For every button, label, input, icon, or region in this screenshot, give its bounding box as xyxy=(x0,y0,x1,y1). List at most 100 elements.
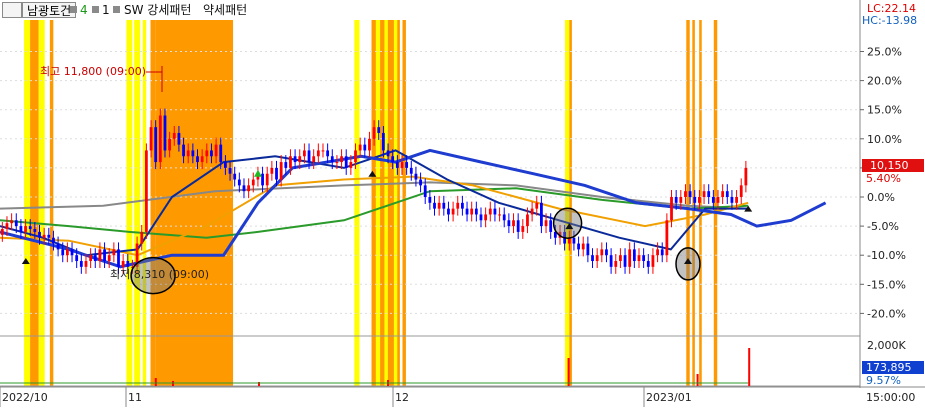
x-tick-label: 2022/10 xyxy=(2,391,48,404)
series-toggle-icon-2[interactable] xyxy=(92,6,99,13)
candle-body xyxy=(405,162,409,168)
candle-body xyxy=(228,167,232,174)
candle-body xyxy=(698,197,701,203)
candle-body xyxy=(730,197,734,203)
candle-body xyxy=(121,261,125,267)
candle-body xyxy=(200,156,204,163)
candle-body xyxy=(144,150,148,232)
candle-body xyxy=(126,261,130,267)
candle-body xyxy=(711,197,715,203)
candle-body xyxy=(674,197,678,203)
candle-body xyxy=(89,255,93,262)
candle-body xyxy=(344,156,348,168)
candle-body xyxy=(516,220,520,232)
highlight-band xyxy=(565,20,570,386)
candle-body xyxy=(693,197,697,203)
candle-body xyxy=(214,144,218,157)
candle-body xyxy=(107,255,111,262)
candle-body xyxy=(656,249,659,256)
candle-body xyxy=(52,237,55,244)
volume-bar xyxy=(748,348,751,386)
candle-body xyxy=(372,127,376,139)
candle-body xyxy=(354,150,357,163)
volume-tick-label: 2,000K xyxy=(867,339,906,352)
candle-body xyxy=(177,132,181,145)
candle-body xyxy=(600,249,604,256)
stock-chart[interactable]: 최고 11,800 (09:00) 최저 8,310 (09:00) 25.0% 20… xyxy=(0,0,925,407)
candle-body xyxy=(521,226,525,232)
candle-body xyxy=(358,144,362,151)
candle-body xyxy=(270,167,274,174)
y-tick-label: -15.0% xyxy=(867,278,906,291)
candle-body xyxy=(632,249,636,262)
candle-body xyxy=(451,208,455,215)
time-label: 15:00:00 xyxy=(866,391,915,404)
candle-body xyxy=(725,191,729,197)
volume-bar xyxy=(696,374,699,386)
menu-button[interactable] xyxy=(2,2,22,18)
candle-body xyxy=(540,202,543,227)
candle-body xyxy=(117,249,120,267)
candle-body xyxy=(321,150,325,152)
candle-body xyxy=(628,249,632,267)
stock-name-field[interactable]: 남광토건 xyxy=(22,2,77,18)
candle-body xyxy=(665,220,669,256)
highlight-band xyxy=(30,20,39,386)
candle-body xyxy=(14,220,18,227)
candle-body xyxy=(261,173,264,186)
candle-body xyxy=(391,156,395,163)
series-toggle-icon[interactable] xyxy=(70,6,77,13)
candle-body xyxy=(205,150,209,157)
candle-body xyxy=(605,249,608,256)
candle-body xyxy=(368,138,371,151)
candle-body xyxy=(470,208,474,215)
x-tick-label: 2023/01 xyxy=(646,391,692,404)
candle-body xyxy=(442,202,446,209)
candle-body xyxy=(702,191,706,197)
candle-body xyxy=(191,150,195,157)
volume-bar xyxy=(154,378,157,386)
candle-body xyxy=(479,214,483,221)
max-price-annotation: 최고 11,800 (09:00) xyxy=(40,65,146,78)
candle-body xyxy=(619,255,622,262)
candle-body xyxy=(75,255,79,262)
candle-body xyxy=(307,150,311,163)
candle-body xyxy=(688,191,692,197)
candle-body xyxy=(684,191,687,197)
y-tick-label: 20.0% xyxy=(867,75,902,88)
candle-body xyxy=(642,255,646,262)
candle-body xyxy=(660,249,664,256)
highlight-band xyxy=(569,20,572,386)
candle-body xyxy=(535,202,539,209)
candle-body xyxy=(382,132,385,151)
candle-body xyxy=(512,220,515,227)
candle-body xyxy=(298,156,302,163)
strong-pattern-label[interactable]: SW 강세패턴 xyxy=(124,2,191,18)
candle-body xyxy=(493,208,497,215)
highlight-band xyxy=(686,20,690,386)
candle-body xyxy=(182,144,185,157)
candle-body xyxy=(474,208,478,215)
candle-body xyxy=(670,197,673,221)
candle-body xyxy=(103,249,106,262)
candle-body xyxy=(395,162,399,168)
highlight-band xyxy=(150,20,156,386)
candle-body xyxy=(237,179,241,186)
candle-body xyxy=(739,185,743,197)
candle-body xyxy=(223,162,227,168)
pattern-toggle-icon[interactable] xyxy=(113,6,120,13)
candle-body xyxy=(363,144,367,151)
candle-body xyxy=(423,185,427,197)
candle-body xyxy=(93,255,97,262)
candle-body xyxy=(5,223,9,230)
candle-body xyxy=(488,208,492,215)
weak-pattern-label[interactable]: 약세패턴 xyxy=(203,2,247,18)
volume-pct-label: 9.57% xyxy=(866,374,901,387)
y-tick-label: -10.0% xyxy=(867,249,906,262)
signal-circle xyxy=(552,207,583,239)
period-count-b: 1 xyxy=(102,3,110,17)
candle-body xyxy=(275,167,278,180)
candle-body xyxy=(447,208,450,215)
volume-bar xyxy=(567,358,570,386)
candle-body xyxy=(335,162,339,164)
